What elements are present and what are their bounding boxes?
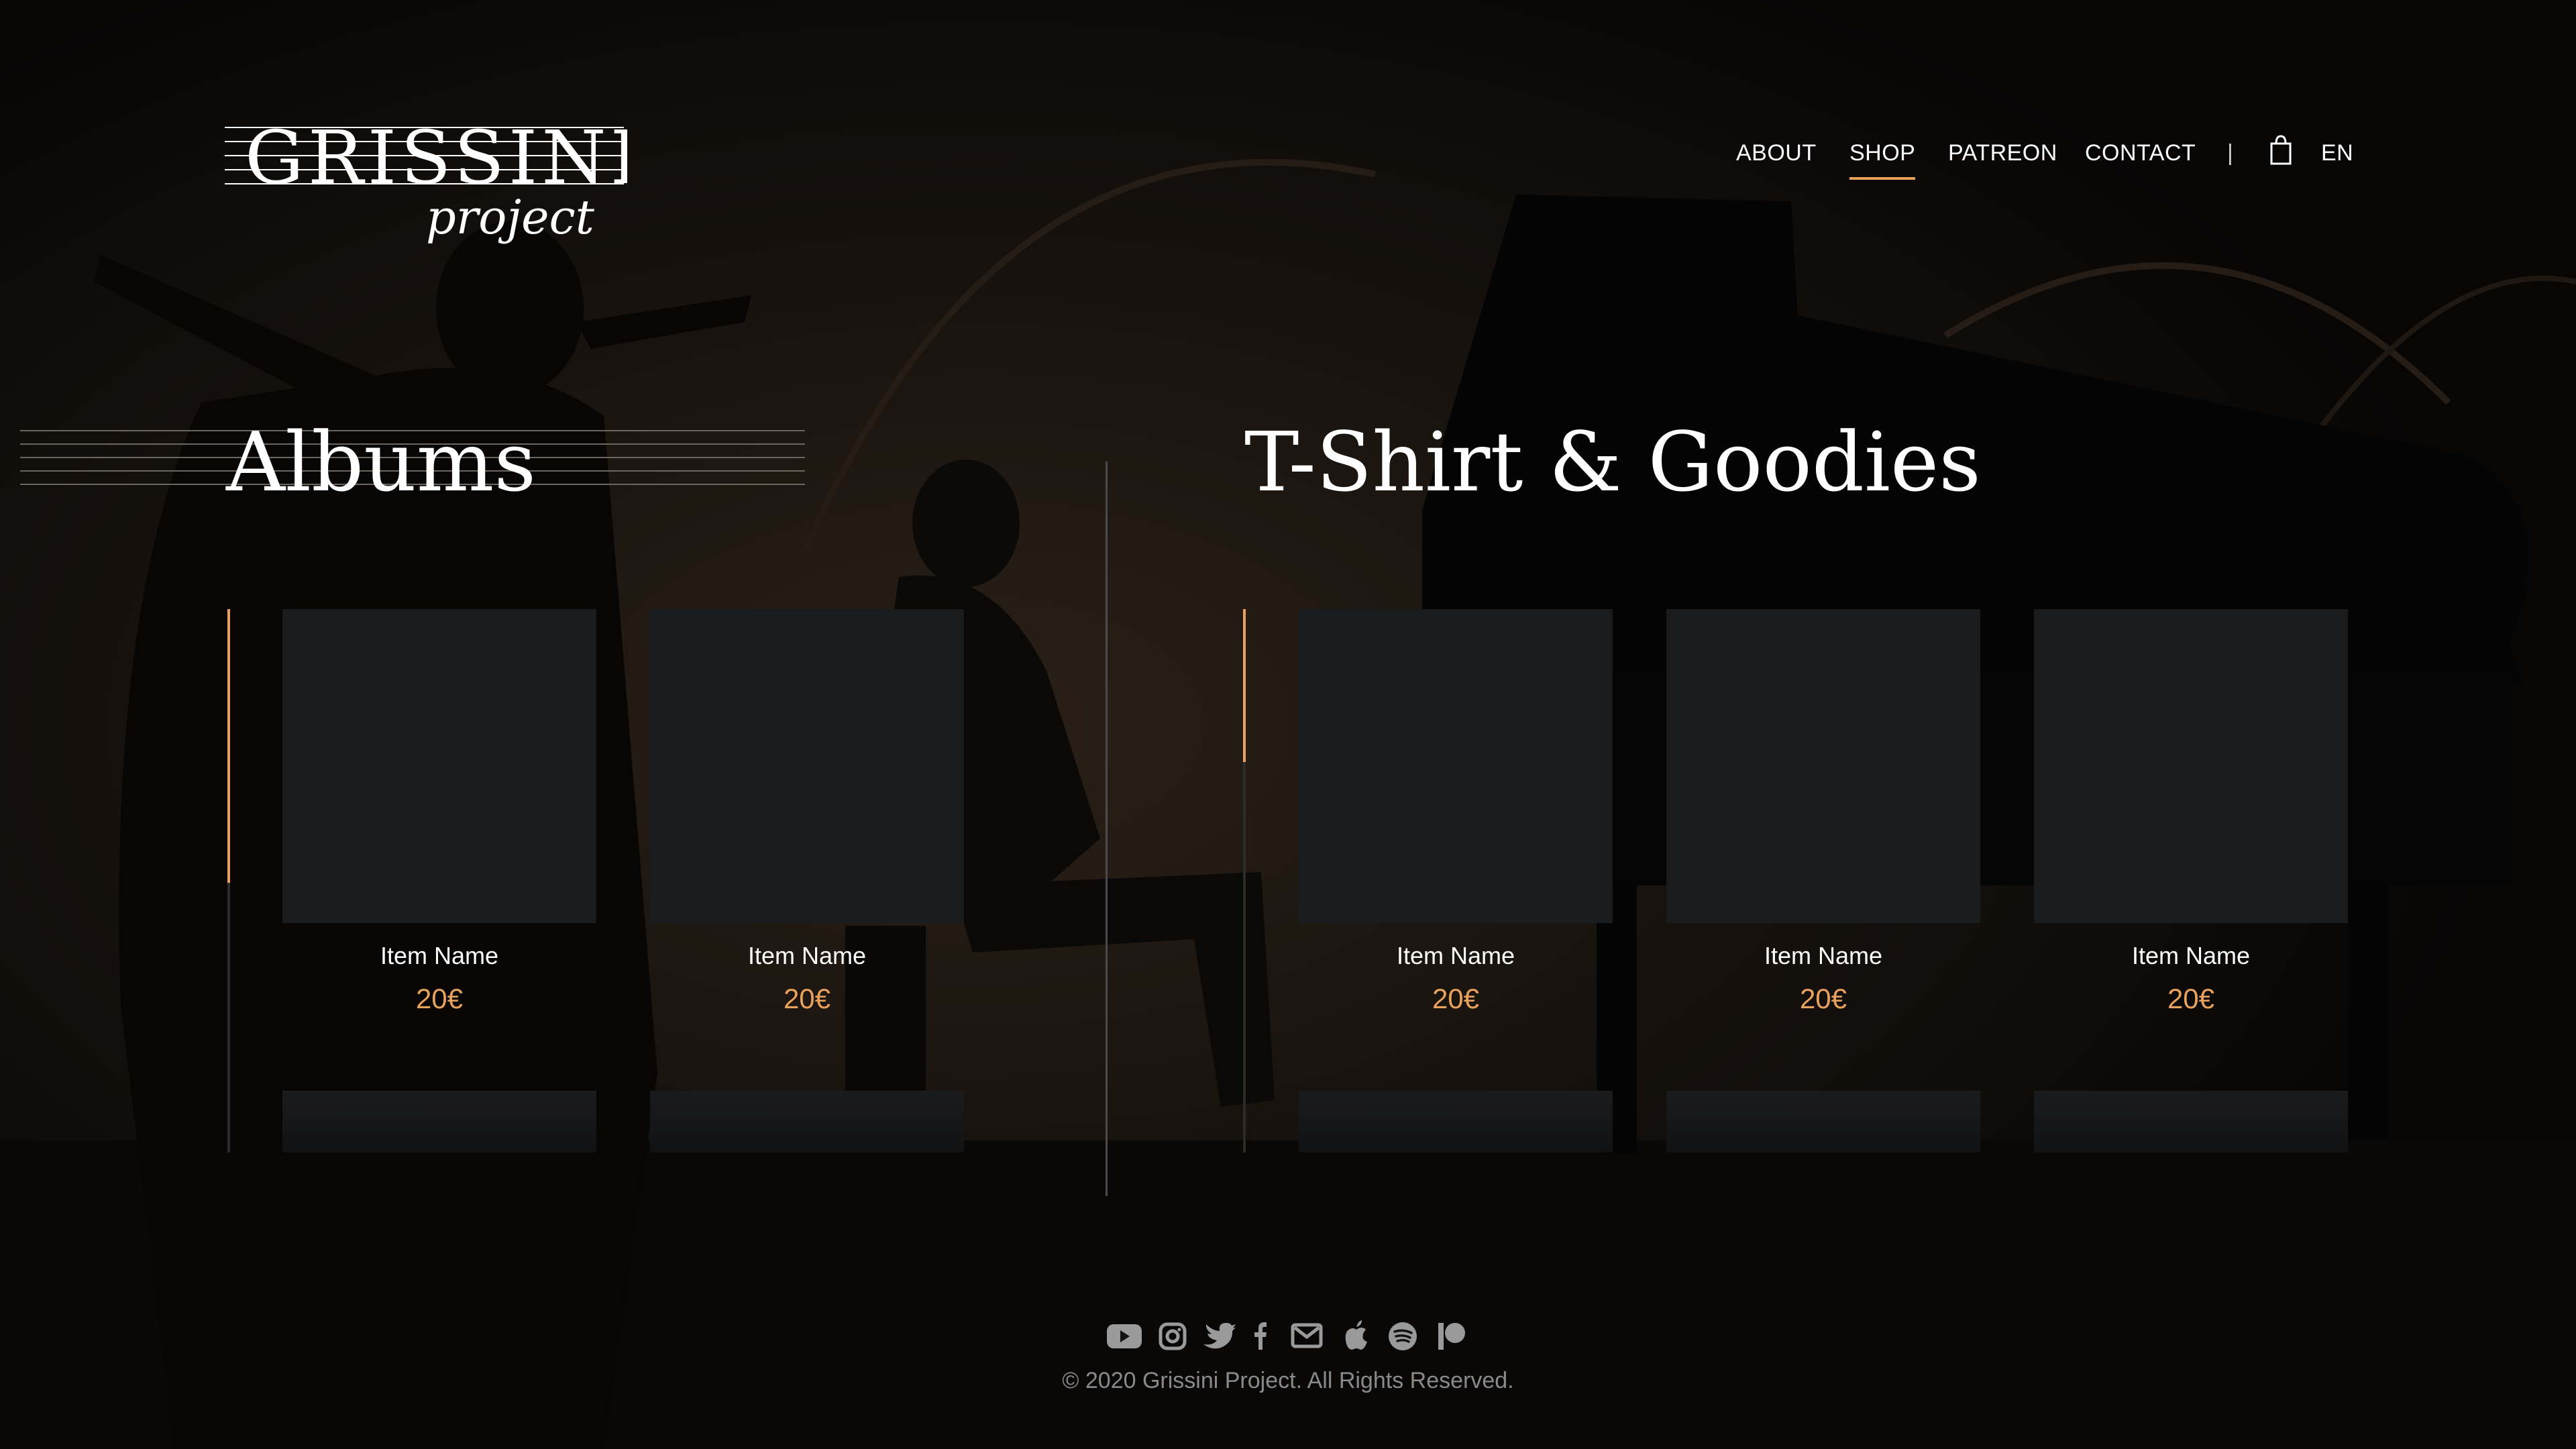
goodies-title: T-Shirt & Goodies	[1244, 415, 1981, 510]
albums-scroll-thumb[interactable]	[227, 609, 230, 883]
goodies-scroll-rail[interactable]	[1243, 609, 1246, 1152]
section-divider	[1106, 462, 1108, 1196]
albums-title: Albums	[226, 415, 537, 510]
patreon-icon[interactable]	[1436, 1315, 1466, 1355]
album-item-price: 20€	[783, 983, 831, 1014]
spotify-icon[interactable]	[1387, 1315, 1418, 1355]
goodies-card[interactable]: Item Name 20€	[1299, 609, 1613, 1017]
album-item-price: 20€	[415, 983, 464, 1014]
nav-shop[interactable]: SHOP	[1849, 134, 1916, 180]
nav-separator: |	[2227, 140, 2234, 166]
album-card-next-row[interactable]	[650, 1091, 964, 1152]
logo-subtext: project	[426, 190, 595, 245]
goodies-card-next-row[interactable]	[1299, 1091, 1613, 1152]
nav-contact[interactable]: CONTACT	[2085, 134, 2196, 172]
goodies-card[interactable]: Item Name 20€	[2034, 609, 2348, 1017]
nav-patreon[interactable]: PATREON	[1948, 134, 2057, 172]
albums-scroll-rail[interactable]	[227, 609, 230, 1152]
main-nav: ABOUT SHOP PATREON CONTACT | EN	[0, 134, 2576, 180]
nav-about[interactable]: ABOUT	[1736, 134, 1817, 172]
goodies-image-placeholder[interactable]	[2034, 609, 2348, 923]
album-card-next-row[interactable]	[282, 1091, 596, 1152]
album-card[interactable]: Item Name 20€	[282, 609, 596, 1017]
goodies-item-price: 20€	[1799, 983, 1847, 1014]
goodies-item-price: 20€	[2167, 983, 2215, 1014]
goodies-scroll-thumb[interactable]	[1243, 609, 1246, 762]
social-links	[0, 1315, 2576, 1355]
album-item-name: Item Name	[380, 942, 499, 969]
album-card[interactable]: Item Name 20€	[650, 609, 964, 1017]
goodies-item-name: Item Name	[2131, 942, 2251, 969]
facebook-icon[interactable]	[1252, 1315, 1268, 1355]
album-image-placeholder[interactable]	[650, 609, 964, 923]
album-image-placeholder[interactable]	[282, 609, 596, 923]
goodies-card-next-row[interactable]	[1666, 1091, 1980, 1152]
copyright-text: © 2020 Grissini Project. All Rights Rese…	[1062, 1368, 1514, 1393]
goodies-item-price: 20€	[1432, 983, 1480, 1014]
apple-icon[interactable]	[1343, 1315, 1370, 1355]
goodies-image-placeholder[interactable]	[1666, 609, 1980, 923]
goodies-image-placeholder[interactable]	[1299, 609, 1613, 923]
album-item-name: Item Name	[747, 942, 867, 969]
twitter-icon[interactable]	[1202, 1315, 1236, 1355]
shopping-bag-icon[interactable]	[2267, 134, 2294, 165]
youtube-icon[interactable]	[1106, 1315, 1143, 1355]
language-selector[interactable]: EN	[2321, 134, 2353, 172]
goodies-item-name: Item Name	[1764, 942, 1883, 969]
goodies-card-next-row[interactable]	[2034, 1091, 2348, 1152]
goodies-card[interactable]: Item Name 20€	[1666, 609, 1980, 1017]
goodies-item-name: Item Name	[1396, 942, 1515, 969]
email-icon[interactable]	[1291, 1315, 1323, 1355]
instagram-icon[interactable]	[1158, 1315, 1187, 1355]
